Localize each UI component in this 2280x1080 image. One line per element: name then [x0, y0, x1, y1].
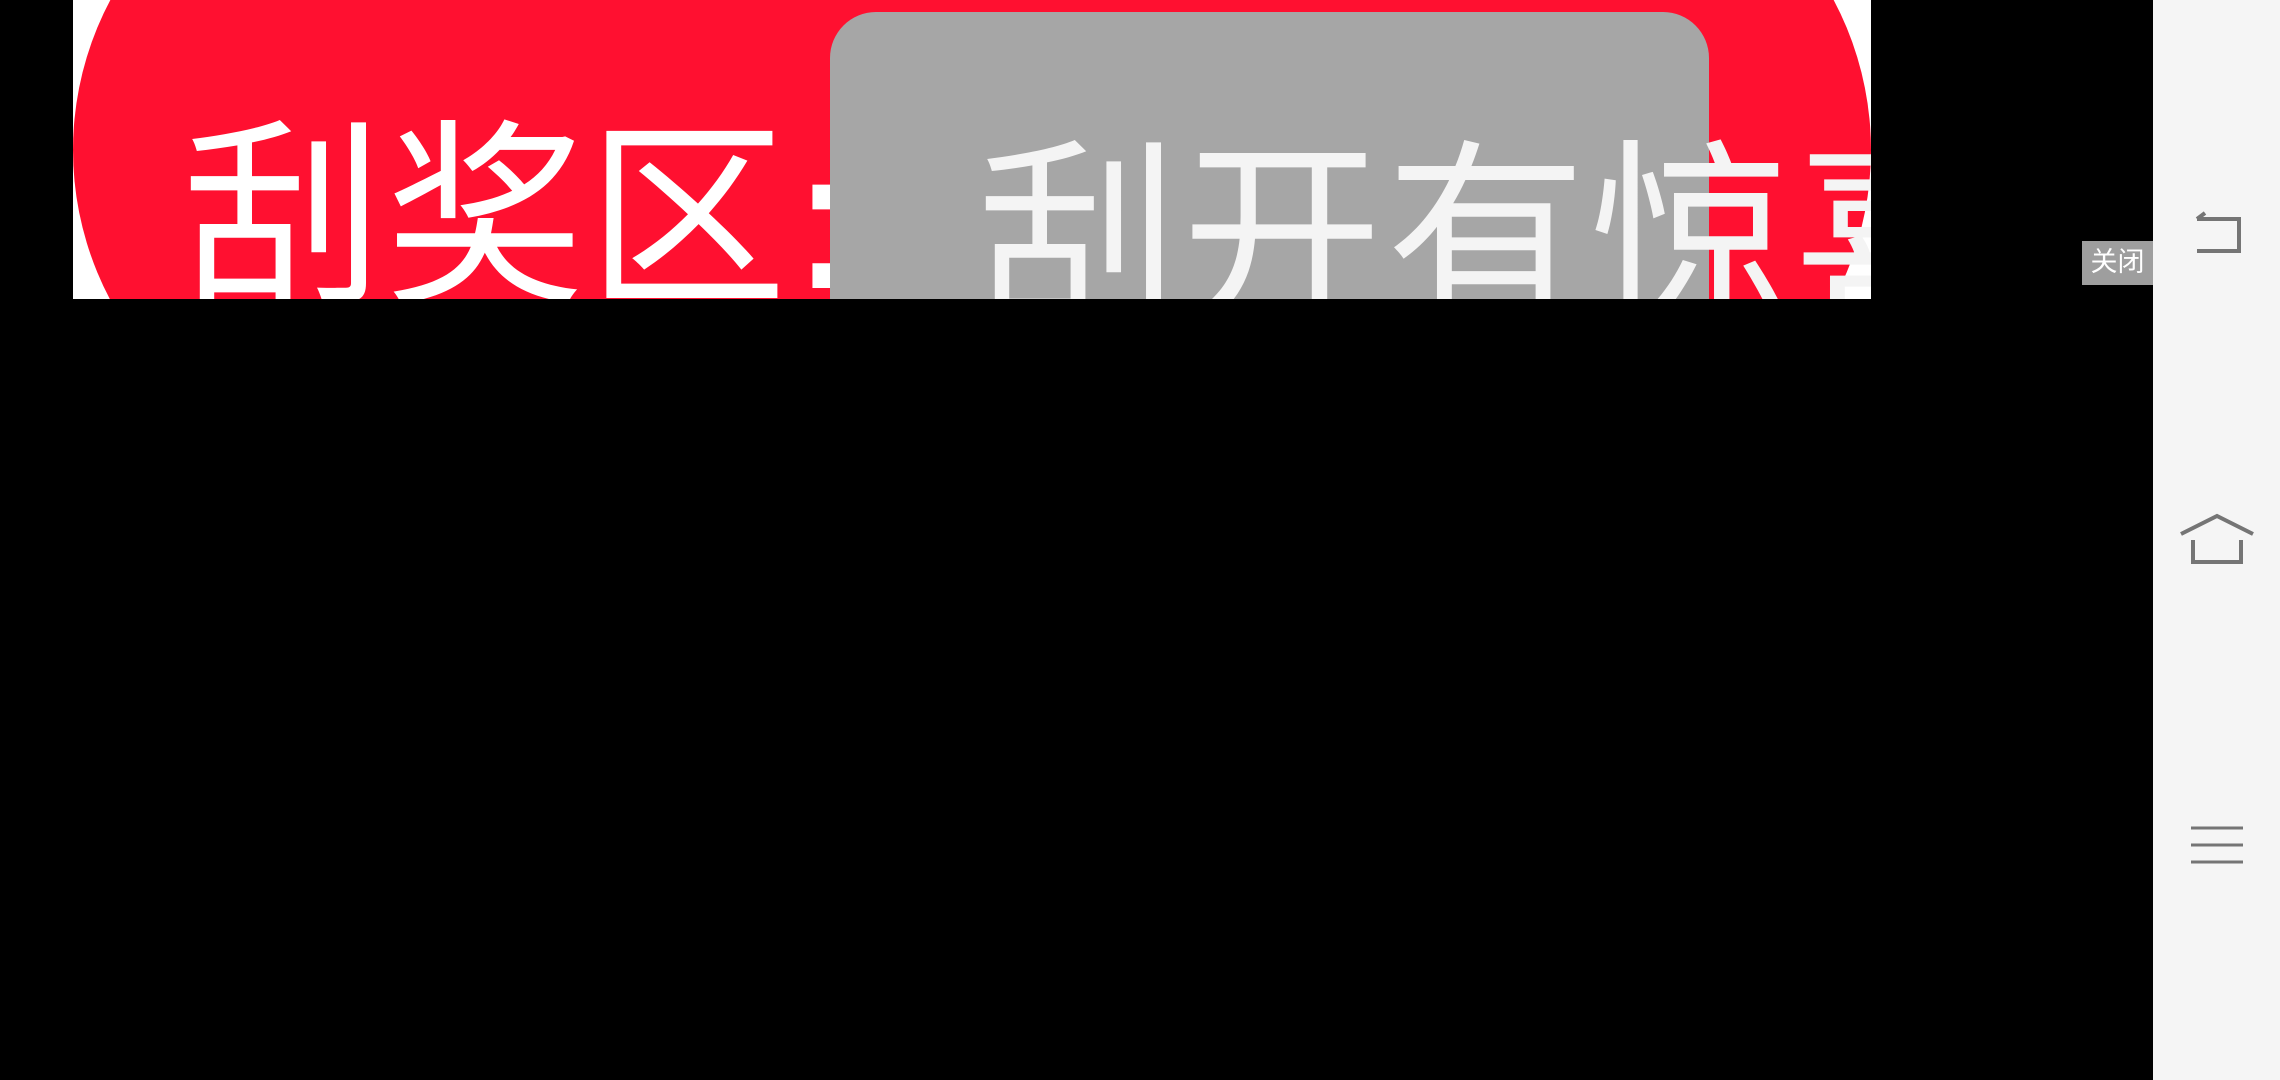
home-icon	[2179, 513, 2254, 564]
back-icon	[2195, 211, 2241, 253]
menu-icon	[2190, 826, 2243, 864]
home-button[interactable]	[2153, 485, 2280, 595]
scratch-hint-text: 刮开有惊喜	[978, 123, 1871, 299]
scratch-area-label: 刮奖区:	[183, 103, 859, 299]
close-button[interactable]: 关闭	[2082, 241, 2153, 285]
menu-button[interactable]	[2153, 790, 2280, 900]
scratch-banner: 刮奖区: 刮开有惊喜	[73, 0, 1871, 299]
app-area: 刮奖区: 刮开有惊喜 关闭	[0, 0, 2153, 1080]
back-button[interactable]	[2153, 180, 2280, 290]
navigation-bar	[2153, 0, 2280, 1080]
screen: 刮奖区: 刮开有惊喜 关闭	[0, 0, 2280, 1080]
